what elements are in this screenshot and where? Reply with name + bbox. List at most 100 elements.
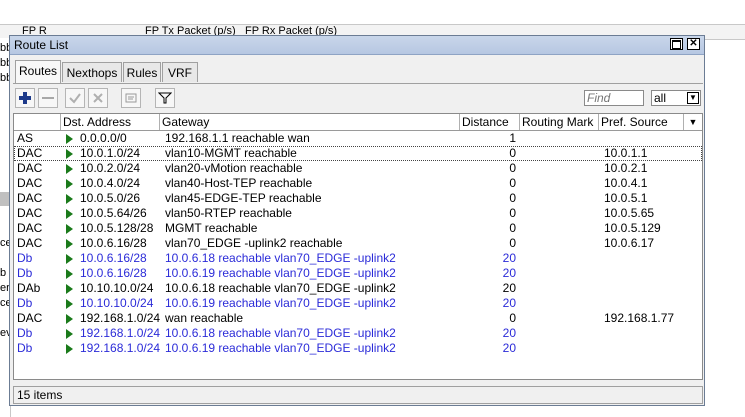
cell-dst: 192.168.1.0/24 — [80, 311, 160, 325]
cell-dst: 10.0.6.16/28 — [80, 266, 147, 280]
filter-icon[interactable] — [155, 88, 175, 108]
filter-select-value: all — [654, 91, 667, 105]
cell-pref — [604, 341, 684, 356]
cell-mark — [523, 251, 599, 266]
table-row[interactable]: DAb 10.10.10.0/24 10.0.6.18 reachable vlan… — [14, 281, 702, 296]
cell-gateway: vlan40-Host-TEP reachable — [165, 176, 313, 190]
cell-gateway: 10.0.6.18 reachable vlan70_EDGE -uplink2 — [165, 326, 396, 340]
tab-rules[interactable]: Rules — [123, 62, 161, 82]
cell-distance: 0 — [509, 206, 516, 220]
cell-flags: DAC — [17, 161, 43, 175]
cell-mark — [523, 176, 599, 191]
cell-mark — [523, 266, 599, 281]
table-row[interactable]: DAC 10.0.1.0/24 vlan10-MGMT reachable 0 10.0… — [14, 146, 702, 161]
cell-pref — [604, 131, 684, 146]
cell-flags: Db — [17, 326, 33, 340]
active-route-icon — [66, 254, 73, 264]
cell-flags: DAC — [17, 236, 43, 250]
cell-pref: 10.0.1.1 — [604, 146, 648, 160]
route-table: Dst. Address Gateway Distance Routing Ma… — [13, 113, 703, 380]
cell-distance: 0 — [509, 161, 516, 175]
cell-pref: 10.0.5.129 — [604, 221, 661, 235]
find-input[interactable] — [584, 90, 644, 106]
cell-gateway: 10.0.6.18 reachable vlan70_EDGE -uplink2 — [165, 251, 396, 265]
minus-icon[interactable] — [38, 88, 58, 108]
comment-icon[interactable] — [121, 88, 141, 108]
cell-dst: 10.0.2.0/24 — [80, 161, 141, 175]
table-row[interactable]: Db 10.10.10.0/24 10.0.6.19 reachable vlan7… — [14, 296, 702, 311]
active-route-icon — [66, 299, 73, 309]
cell-distance: 1 — [509, 131, 516, 145]
column-header-pref-source[interactable]: Pref. Source — [599, 114, 684, 130]
table-row[interactable]: DAC 192.168.1.0/24 wan reachable 0 192.168.1… — [14, 311, 702, 326]
active-route-icon — [66, 194, 73, 204]
column-header-routing-mark[interactable]: Routing Mark — [520, 114, 599, 130]
cell-distance: 20 — [502, 281, 516, 295]
column-menu-icon[interactable]: ▼ — [684, 114, 702, 130]
tab-routes[interactable]: Routes — [15, 60, 61, 83]
tab-vrf[interactable]: VRF — [162, 62, 198, 82]
cell-pref: 10.0.5.1 — [604, 191, 648, 205]
table-row[interactable]: DAC 10.0.5.64/26 vlan50-RTEP reachable 0 10.… — [14, 206, 702, 221]
cell-gateway: vlan50-RTEP reachable — [165, 206, 292, 220]
cell-dst: 10.0.5.64/26 — [80, 206, 147, 220]
column-header-distance[interactable]: Distance — [460, 114, 520, 130]
cell-distance: 20 — [502, 266, 516, 280]
cell-dst: 10.0.6.16/28 — [80, 251, 147, 265]
cell-dst: 0.0.0.0/0 — [80, 131, 127, 145]
cell-mark — [523, 131, 599, 146]
active-route-icon — [66, 284, 73, 294]
cell-flags: DAb — [17, 281, 41, 295]
filter-select[interactable]: all ▼ — [651, 90, 701, 106]
cell-pref: 10.0.2.1 — [604, 161, 648, 175]
table-row[interactable]: Db 10.0.6.16/28 10.0.6.19 reachable vlan70… — [14, 266, 702, 281]
cell-flags: Db — [17, 251, 33, 265]
table-row[interactable]: Db 192.168.1.0/24 10.0.6.19 reachable vlan… — [14, 341, 702, 356]
table-row[interactable]: DAC 10.0.5.128/28 MGMT reachable 0 10.0.5.12… — [14, 221, 702, 236]
title-bar[interactable]: Route List ✕ — [10, 36, 704, 55]
cell-dst: 10.0.4.0/24 — [80, 176, 141, 190]
column-header-dst-address[interactable]: Dst. Address — [61, 114, 160, 130]
cell-gateway: 10.0.6.19 reachable vlan70_EDGE -uplink2 — [165, 266, 396, 280]
cell-mark — [523, 281, 599, 296]
cell-gateway: 10.0.6.19 reachable vlan70_EDGE -uplink2 — [165, 296, 396, 310]
cell-pref — [604, 251, 684, 266]
cell-flags: Db — [17, 266, 33, 280]
active-route-icon — [66, 134, 73, 144]
cell-distance: 20 — [502, 326, 516, 340]
cell-pref — [604, 296, 684, 311]
maximize-icon[interactable] — [670, 38, 683, 50]
chevron-down-icon[interactable]: ▼ — [687, 92, 699, 104]
cell-distance: 0 — [509, 146, 516, 160]
cell-flags: DAC — [17, 311, 43, 325]
table-row[interactable]: Db 10.0.6.16/28 10.0.6.18 reachable vlan70… — [14, 251, 702, 266]
cell-pref — [604, 326, 684, 341]
table-row[interactable]: DAC 10.0.2.0/24 vlan20-vMotion reachable 0 1… — [14, 161, 702, 176]
check-icon[interactable] — [65, 88, 85, 108]
table-row[interactable]: Db 192.168.1.0/24 10.0.6.18 reachable vlan… — [14, 326, 702, 341]
table-row[interactable]: DAC 10.0.4.0/24 vlan40-Host-TEP reachable 0… — [14, 176, 702, 191]
close-icon[interactable]: ✕ — [687, 38, 700, 50]
cell-pref: 10.0.4.1 — [604, 176, 648, 190]
route-list-window: Route List ✕ Routes Nexthops Rules VRF F… — [9, 35, 705, 406]
active-route-icon — [66, 224, 73, 234]
column-header-gateway[interactable]: Gateway — [160, 114, 460, 130]
table-row[interactable]: DAC 10.0.6.16/28 vlan70_EDGE -uplink2 reac… — [14, 236, 702, 251]
table-row[interactable]: AS 0.0.0.0/0 192.168.1.1 reachable wan 1 — [14, 131, 702, 146]
cell-gateway: 10.0.6.19 reachable vlan70_EDGE -uplink2 — [165, 341, 396, 355]
cell-distance: 0 — [509, 176, 516, 190]
active-route-icon — [66, 269, 73, 279]
active-route-icon — [66, 329, 73, 339]
plus-icon[interactable] — [15, 88, 35, 108]
cell-flags: DAC — [17, 206, 43, 220]
tab-nexthops[interactable]: Nexthops — [62, 62, 122, 82]
table-row[interactable]: DAC 10.0.5.0/26 vlan45-EDGE-TEP reachable 0… — [14, 191, 702, 206]
cell-flags: AS — [17, 131, 34, 145]
active-route-icon — [66, 344, 73, 354]
cell-distance: 20 — [502, 341, 516, 355]
x-icon[interactable] — [88, 88, 108, 108]
column-header-flags[interactable] — [14, 114, 61, 130]
cell-gateway: vlan45-EDGE-TEP reachable — [165, 191, 322, 205]
cell-mark — [523, 236, 599, 251]
cell-pref: 192.168.1.77 — [604, 311, 675, 325]
